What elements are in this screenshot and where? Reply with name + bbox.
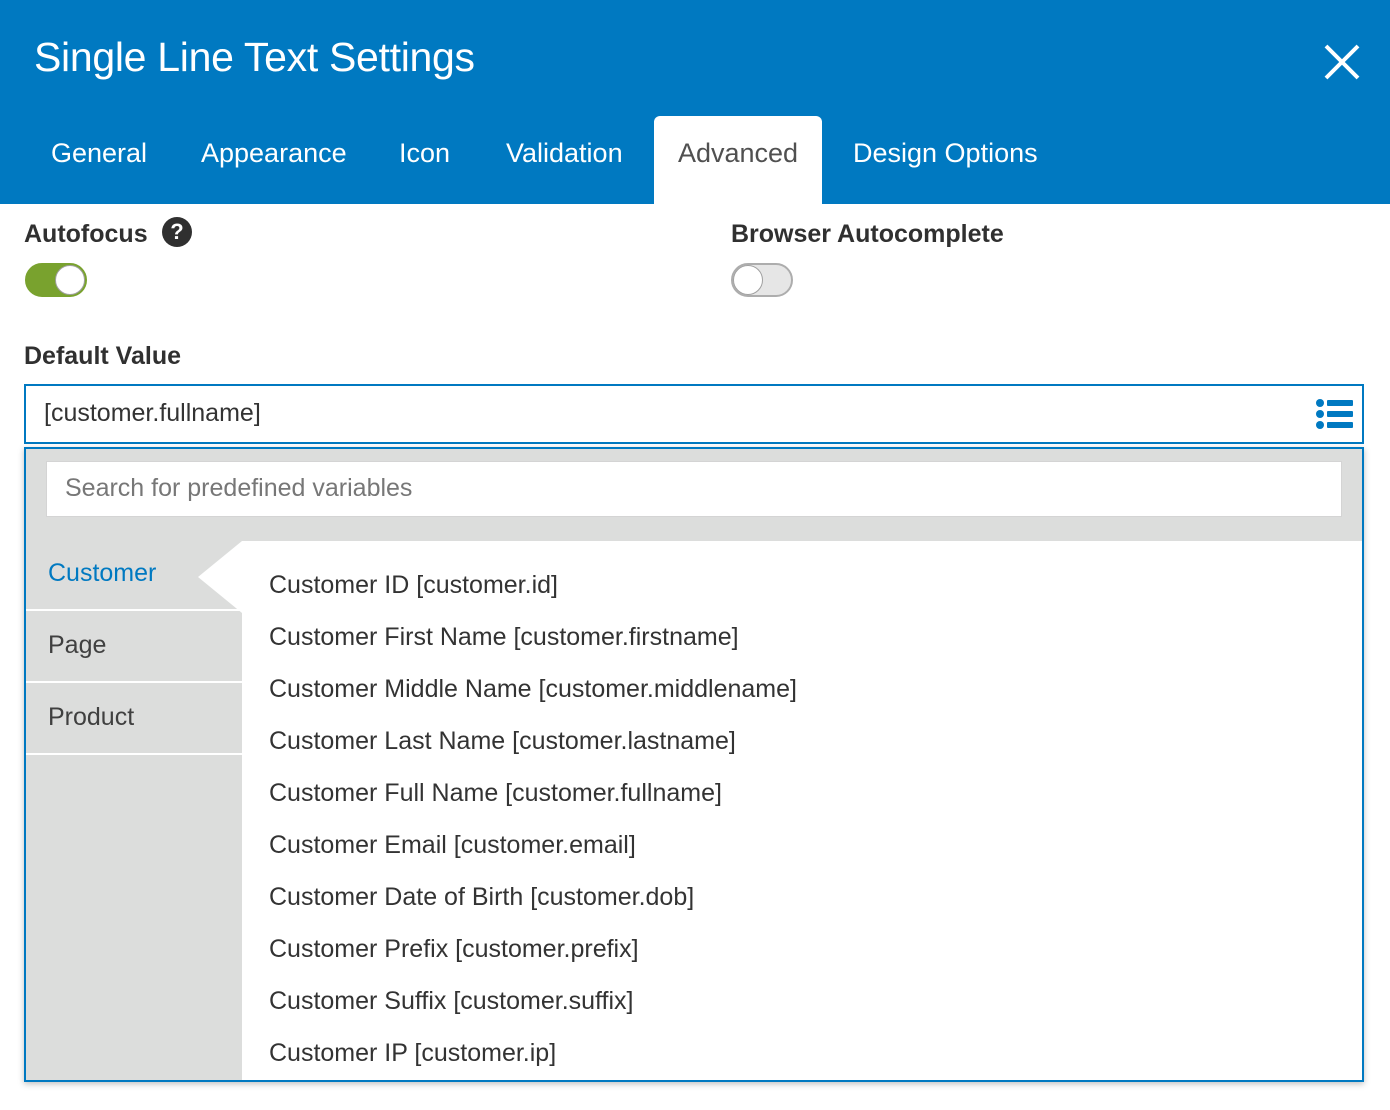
tab-design-options[interactable]: Design Options	[853, 138, 1038, 169]
variables-dropdown: Search for predefined variables Customer…	[24, 447, 1364, 1082]
category-product[interactable]: Product	[26, 685, 242, 755]
list-icon[interactable]	[1316, 397, 1354, 431]
variable-item[interactable]: Customer IP [customer.ip]	[269, 1039, 556, 1068]
variable-item[interactable]: Customer Email [customer.email]	[269, 831, 636, 860]
variable-item[interactable]: Customer Last Name [customer.lastname]	[269, 727, 736, 756]
toggle-knob	[733, 265, 763, 295]
tab-advanced-label: Advanced	[677, 138, 799, 168]
variable-item[interactable]: Customer Suffix [customer.suffix]	[269, 987, 634, 1016]
variable-item[interactable]: Customer ID [customer.id]	[269, 571, 558, 600]
dialog-header: Single Line Text Settings General Appear…	[0, 0, 1390, 206]
close-icon[interactable]	[1318, 38, 1366, 86]
default-value-text: [customer.fullname]	[44, 399, 261, 427]
autofocus-toggle[interactable]	[25, 263, 87, 297]
variables-search-input[interactable]: Search for predefined variables	[46, 461, 1342, 517]
category-page[interactable]: Page	[26, 613, 242, 683]
tab-icon[interactable]: Icon	[399, 138, 450, 169]
category-label: Product	[48, 703, 135, 731]
variable-item[interactable]: Customer Full Name [customer.fullname]	[269, 779, 722, 808]
tab-advanced[interactable]: Advanced	[654, 116, 822, 206]
category-label: Page	[48, 631, 107, 659]
category-label: Customer	[48, 559, 157, 587]
variable-item[interactable]: Customer First Name [customer.firstname]	[269, 623, 739, 652]
tab-appearance[interactable]: Appearance	[201, 138, 347, 169]
toggle-knob	[55, 265, 85, 295]
default-value-input[interactable]: [customer.fullname]	[24, 384, 1364, 444]
browser-autocomplete-label: Browser Autocomplete	[731, 220, 1004, 248]
tab-validation[interactable]: Validation	[506, 138, 623, 169]
question-circle-icon[interactable]: ?	[162, 217, 192, 247]
browser-autocomplete-toggle[interactable]	[731, 263, 793, 297]
variable-item[interactable]: Customer Prefix [customer.prefix]	[269, 935, 639, 964]
default-value-label: Default Value	[24, 342, 181, 370]
autofocus-label: Autofocus	[24, 220, 148, 248]
search-placeholder: Search for predefined variables	[65, 474, 413, 502]
variable-item[interactable]: Customer Middle Name [customer.middlenam…	[269, 675, 797, 704]
tab-general[interactable]: General	[51, 138, 147, 169]
variable-item[interactable]: Customer Date of Birth [customer.dob]	[269, 883, 694, 912]
dialog-title: Single Line Text Settings	[34, 34, 475, 80]
variables-list: Customer ID [customer.id] Customer First…	[242, 541, 1362, 1080]
active-category-pointer	[198, 541, 242, 613]
